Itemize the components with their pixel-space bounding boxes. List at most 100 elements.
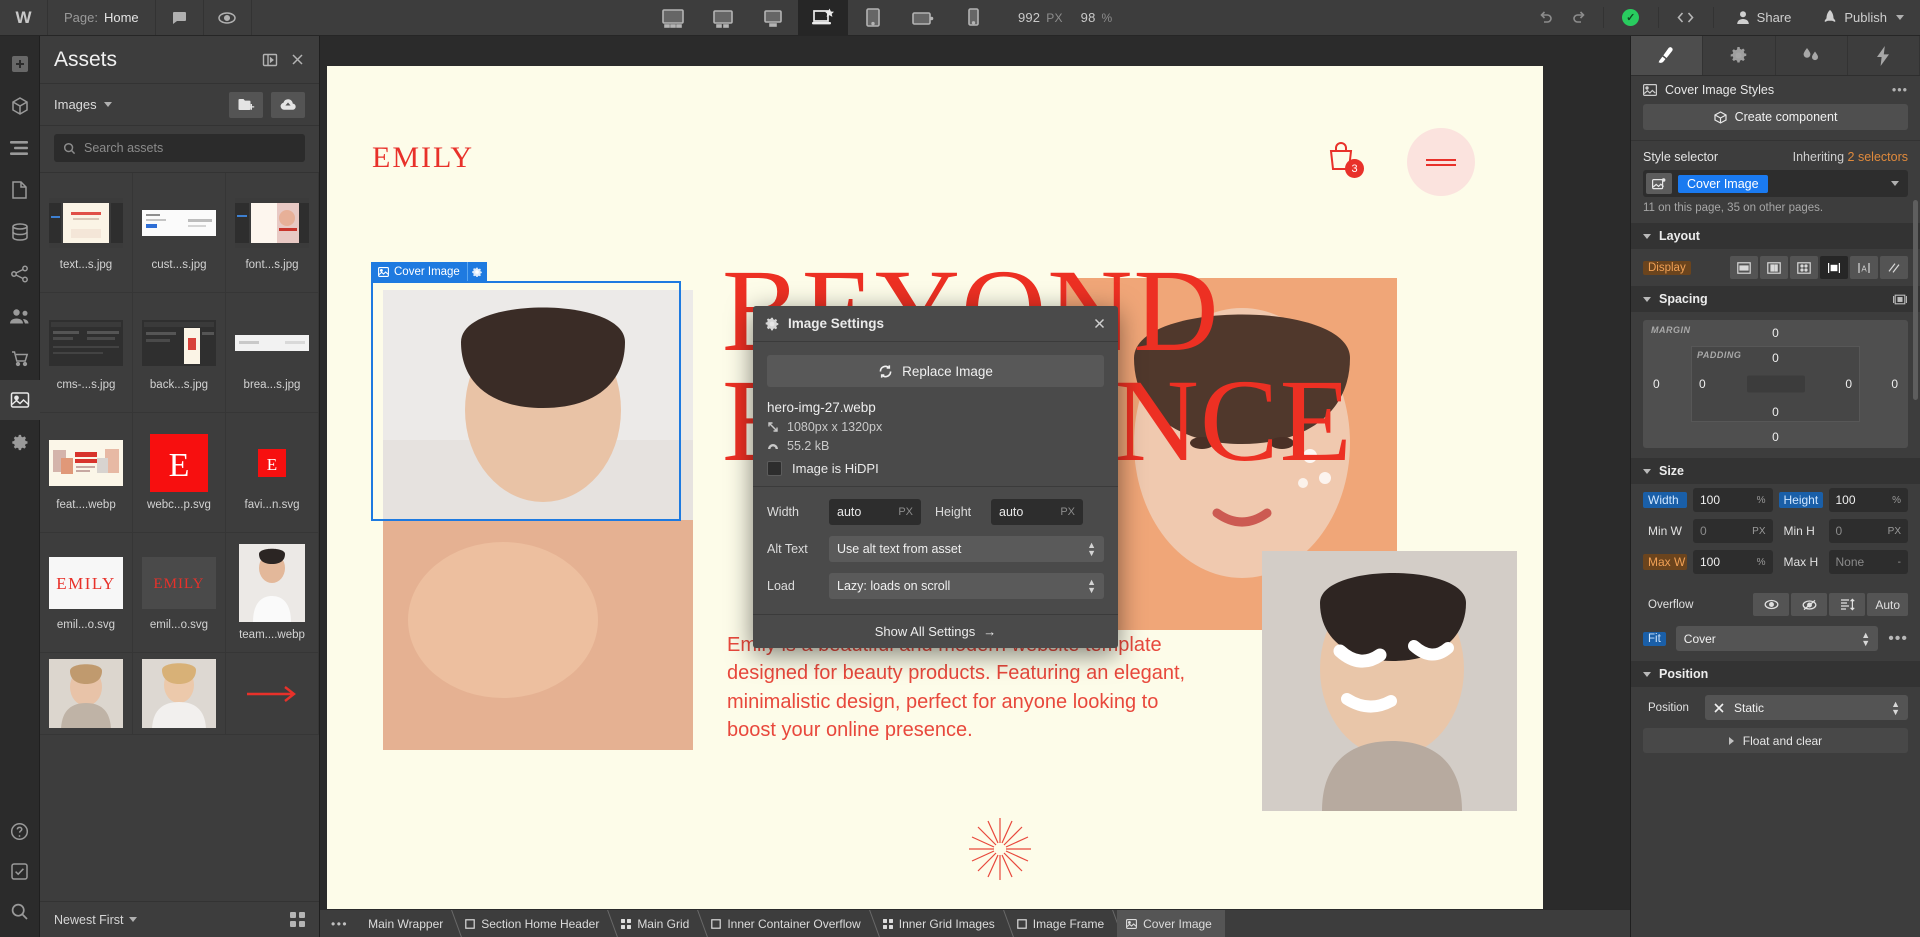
breadcrumb-item-inner-grid-images[interactable]: Inner Grid Images: [874, 910, 1008, 937]
breakpoint-base-laptop[interactable]: [797, 0, 848, 35]
code-brackets-icon[interactable]: [1665, 0, 1707, 35]
breakpoint-desktop-xl[interactable]: [648, 0, 698, 35]
breadcrumb-overflow[interactable]: •••: [320, 910, 359, 937]
assets-type-dropdown[interactable]: Images: [54, 97, 112, 112]
breakpoint-mobile-landscape[interactable]: [898, 0, 948, 35]
gear-icon[interactable]: [466, 262, 487, 281]
redo-icon[interactable]: [1563, 0, 1597, 35]
asset-item[interactable]: brea...s.jpg: [226, 293, 319, 413]
section-layout-header[interactable]: Layout: [1631, 223, 1920, 249]
breadcrumb-item-section-home-header[interactable]: Section Home Header: [456, 910, 612, 937]
selection-label-main[interactable]: Cover Image: [371, 262, 467, 281]
tab-interactions[interactable]: [1776, 36, 1848, 75]
fit-label[interactable]: Fit: [1643, 631, 1666, 646]
asset-item[interactable]: EMILY emil...o.svg: [40, 533, 133, 653]
padding-left-value[interactable]: 0: [1699, 377, 1706, 391]
asset-item[interactable]: team....webp: [226, 533, 319, 653]
mask-image[interactable]: [1262, 551, 1517, 811]
overflow-label[interactable]: Overflow: [1643, 598, 1698, 612]
rail-item-ecommerce[interactable]: [0, 254, 40, 294]
image-state-icon[interactable]: [1646, 173, 1672, 194]
comment-icon[interactable]: [156, 0, 204, 35]
breadcrumb-item-cover-image[interactable]: Cover Image: [1117, 910, 1225, 937]
breadcrumb-item-image-frame[interactable]: Image Frame: [1008, 910, 1117, 937]
margin-top-value[interactable]: 0: [1772, 326, 1779, 340]
overflow-visible-option[interactable]: [1753, 593, 1790, 616]
hidpi-checkbox[interactable]: [767, 461, 782, 476]
share-button[interactable]: Share: [1720, 0, 1808, 35]
display-inline-block-option[interactable]: [1820, 256, 1848, 279]
tab-settings[interactable]: [1703, 36, 1776, 75]
max-width-label[interactable]: Max W: [1643, 554, 1687, 570]
style-panel-more-icon[interactable]: •••: [1892, 83, 1908, 97]
margin-left-value[interactable]: 0: [1653, 377, 1660, 391]
spacing-link-icon[interactable]: [1892, 294, 1908, 305]
assets-scrollbar[interactable]: [1913, 200, 1918, 400]
breakpoint-mobile-portrait[interactable]: [948, 0, 998, 35]
height-label[interactable]: Height: [1778, 492, 1823, 508]
asset-item[interactable]: E favi...n.svg: [226, 413, 319, 533]
x-icon[interactable]: [1713, 702, 1725, 714]
display-block-option[interactable]: [1730, 256, 1758, 279]
max-height-input[interactable]: None -: [1828, 550, 1908, 574]
asset-item[interactable]: text...s.jpg: [40, 173, 133, 293]
rail-item-search[interactable]: [0, 891, 40, 931]
canvas-size-indicator[interactable]: 992 PX 98 %: [998, 0, 1132, 35]
site-brand-logo[interactable]: EMILY: [372, 141, 474, 175]
display-grid-option[interactable]: [1790, 256, 1818, 279]
float-and-clear-row[interactable]: Float and clear: [1643, 728, 1908, 753]
rail-item-help[interactable]: [0, 811, 40, 851]
breadcrumb-item-main-grid[interactable]: Main Grid: [612, 910, 702, 937]
tab-style[interactable]: [1631, 36, 1704, 75]
rail-item-components[interactable]: [0, 86, 40, 126]
position-label[interactable]: Position: [1643, 701, 1695, 715]
breakpoint-desktop-l[interactable]: [698, 0, 748, 35]
margin-bottom-value[interactable]: 0: [1772, 430, 1779, 444]
section-spacing-header[interactable]: Spacing: [1631, 286, 1920, 312]
rail-item-audit[interactable]: [0, 851, 40, 891]
asset-item[interactable]: feat....webp: [40, 413, 133, 533]
rail-item-navigator[interactable]: [0, 128, 40, 168]
asset-item[interactable]: [40, 653, 133, 735]
min-height-label[interactable]: Min H: [1779, 523, 1823, 539]
publish-button[interactable]: Publish: [1807, 0, 1920, 35]
breadcrumb-item-inner-container-overflow[interactable]: Inner Container Overflow: [702, 910, 873, 937]
breakpoint-tablet[interactable]: [848, 0, 898, 35]
close-icon[interactable]: [290, 52, 305, 67]
image-settings-modal[interactable]: Image Settings Replace Image hero-img-27…: [753, 306, 1118, 648]
breakpoint-desktop[interactable]: [748, 0, 798, 35]
undo-icon[interactable]: [1529, 0, 1563, 35]
rail-item-cms[interactable]: [0, 212, 40, 252]
inheriting-info[interactable]: Inheriting 2 selectors: [1793, 150, 1908, 164]
modal-alt-select[interactable]: Use alt text from asset ▲ ▼: [829, 536, 1104, 562]
rail-item-users[interactable]: [0, 296, 40, 336]
height-input[interactable]: 100 %: [1828, 488, 1908, 512]
upload-cloud-icon[interactable]: [271, 91, 305, 118]
show-all-settings-button[interactable]: Show All Settings →: [753, 614, 1118, 648]
min-width-input[interactable]: 0 PX: [1693, 519, 1773, 543]
new-folder-icon[interactable]: [229, 91, 263, 118]
asset-item[interactable]: [226, 653, 319, 735]
breadcrumb-item-main-wrapper[interactable]: Main Wrapper: [359, 910, 456, 937]
close-icon[interactable]: [1093, 317, 1106, 330]
section-size-header[interactable]: Size: [1631, 458, 1920, 484]
rail-item-assets[interactable]: [0, 380, 40, 420]
selector-input[interactable]: Cover Image: [1643, 170, 1908, 197]
rail-item-settings[interactable]: [0, 422, 40, 462]
hamburger-icon[interactable]: [1407, 128, 1475, 196]
display-none-option[interactable]: [1880, 256, 1908, 279]
padding-right-value[interactable]: 0: [1845, 377, 1852, 391]
width-input[interactable]: 100 %: [1693, 488, 1773, 512]
width-label[interactable]: Width: [1643, 492, 1687, 508]
display-flex-option[interactable]: [1760, 256, 1788, 279]
rail-item-shop[interactable]: [0, 338, 40, 378]
asset-item[interactable]: font...s.jpg: [226, 173, 319, 293]
cover-image-element[interactable]: [383, 290, 693, 750]
panel-collapse-icon[interactable]: [262, 52, 278, 68]
padding-bottom-value[interactable]: 0: [1772, 405, 1779, 419]
save-status-icon[interactable]: ✓: [1610, 0, 1652, 35]
asset-item[interactable]: E webc...p.svg: [133, 413, 226, 533]
page-selector[interactable]: Page: Home: [48, 0, 156, 35]
asset-item[interactable]: cms-...s.jpg: [40, 293, 133, 413]
asset-item[interactable]: EMILY emil...o.svg: [133, 533, 226, 653]
